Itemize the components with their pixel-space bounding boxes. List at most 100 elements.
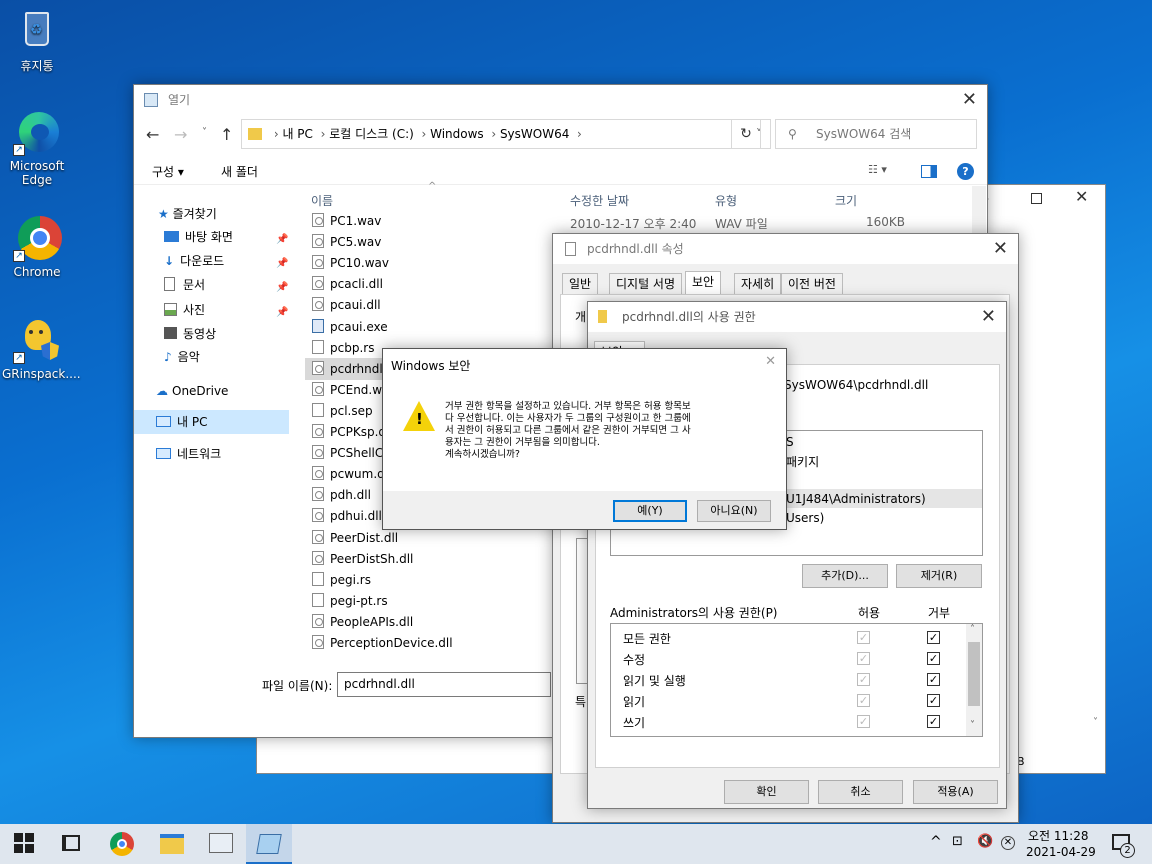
- nav-item-music[interactable]: ♪ 음악: [164, 346, 200, 368]
- breadcrumb-item[interactable]: Windows: [430, 127, 484, 141]
- back-arrow-icon[interactable]: ←: [146, 125, 159, 144]
- nav-item-pictures[interactable]: 사진: [164, 299, 205, 321]
- file-row[interactable]: PeerDist.dll: [312, 528, 398, 549]
- file-row[interactable]: pdhui.dll: [312, 506, 382, 527]
- file-row[interactable]: PeopleAPIs.dll: [312, 612, 413, 633]
- notepad-taskbar-icon[interactable]: [256, 834, 282, 854]
- breadcrumb-item[interactable]: 내 PC: [282, 127, 312, 141]
- file-row[interactable]: PeerDistSh.dll: [312, 549, 413, 570]
- file-row[interactable]: pcaui.dll: [312, 295, 381, 316]
- deny-checkbox[interactable]: ✓: [927, 652, 940, 665]
- search-input[interactable]: ⚲ SysWOW64 검색: [775, 119, 977, 149]
- task-view-icon[interactable]: [62, 835, 80, 851]
- breadcrumb-item[interactable]: SysWOW64: [500, 127, 569, 141]
- close-icon[interactable]: ✕: [993, 234, 1008, 264]
- file-explorer-icon[interactable]: [160, 834, 184, 854]
- nav-item-onedrive[interactable]: ☁ OneDrive: [156, 380, 228, 402]
- no-button[interactable]: 아니요(N): [697, 500, 771, 522]
- breadcrumb-item[interactable]: 로컬 디스크 (C:): [329, 127, 414, 141]
- nav-item-this-pc[interactable]: 내 PC: [156, 411, 207, 433]
- network-tray-icon[interactable]: ⊡: [952, 834, 963, 849]
- nav-item-network[interactable]: 네트워크: [156, 443, 221, 465]
- ime-status-icon[interactable]: ✕: [1001, 836, 1015, 850]
- view-options-icon[interactable]: ☷ ▾: [868, 163, 887, 176]
- filename-input[interactable]: pcdrhndl.dll: [337, 672, 551, 697]
- file-row[interactable]: pcl.sep: [312, 401, 373, 422]
- cancel-button[interactable]: 취소: [818, 780, 903, 804]
- permission-scrollbar[interactable]: ˄ ˅: [966, 624, 982, 736]
- refresh-button[interactable]: ↻: [731, 119, 761, 149]
- allow-checkbox[interactable]: ✓: [857, 652, 870, 665]
- apply-button[interactable]: 적용(A): [913, 780, 998, 804]
- group-item[interactable]: S: [786, 435, 794, 449]
- tab-security[interactable]: 보안: [685, 271, 722, 295]
- allow-checkbox[interactable]: ✓: [857, 673, 870, 686]
- nav-item-quick-access[interactable]: ★ 즐겨찾기: [158, 203, 217, 225]
- volume-muted-icon[interactable]: 🔇: [977, 834, 993, 849]
- new-folder-button[interactable]: 새 폴더: [221, 163, 258, 180]
- task-manager-icon[interactable]: [209, 833, 233, 853]
- clock-time[interactable]: 오전 11:28: [1028, 827, 1088, 844]
- file-row[interactable]: pcdrhndl.: [312, 359, 387, 380]
- close-icon[interactable]: ✕: [765, 354, 776, 369]
- nav-item-desktop[interactable]: 바탕 화면: [164, 226, 233, 248]
- remove-button[interactable]: 제거(R): [896, 564, 982, 588]
- allow-checkbox[interactable]: ✓: [857, 715, 870, 728]
- tab-general[interactable]: 일반: [562, 273, 599, 295]
- scroll-thumb[interactable]: [968, 642, 980, 706]
- clock-date[interactable]: 2021-04-29: [1026, 845, 1096, 859]
- allow-checkbox[interactable]: ✓: [857, 631, 870, 644]
- allow-checkbox[interactable]: ✓: [857, 694, 870, 707]
- maximize-icon[interactable]: [1031, 193, 1042, 204]
- file-row[interactable]: pegi-pt.rs: [312, 591, 388, 612]
- up-arrow-icon[interactable]: ↑: [220, 125, 233, 144]
- help-icon[interactable]: ?: [957, 163, 974, 180]
- chrome-taskbar-icon[interactable]: [110, 832, 134, 856]
- desktop-icon-recycle-bin[interactable]: ♻ 휴지통: [2, 8, 72, 73]
- close-icon[interactable]: ✕: [1075, 187, 1088, 206]
- scroll-down-icon[interactable]: ˅: [1093, 717, 1098, 728]
- nav-item-documents[interactable]: 문서: [164, 274, 205, 296]
- recent-chevron-icon[interactable]: ˅: [202, 127, 207, 138]
- file-row[interactable]: pdh.dll: [312, 485, 371, 506]
- file-row[interactable]: PCShellC: [312, 443, 383, 464]
- deny-checkbox[interactable]: ✓: [927, 673, 940, 686]
- group-item[interactable]: U1J484\Administrators): [786, 492, 926, 506]
- file-row[interactable]: PC5.wav: [312, 232, 381, 253]
- close-icon[interactable]: ✕: [962, 85, 977, 115]
- column-header-date[interactable]: 수정한 날짜: [570, 192, 629, 209]
- file-row[interactable]: PCEnd.wa: [312, 380, 389, 401]
- tab-details[interactable]: 자세히: [734, 273, 782, 295]
- file-row[interactable]: pcacli.dll: [312, 274, 383, 295]
- desktop-icon-chrome[interactable]: ↗ Chrome: [2, 214, 72, 279]
- column-header-name[interactable]: 이름: [311, 192, 333, 209]
- forward-arrow-icon[interactable]: →: [174, 125, 187, 144]
- file-row[interactable]: pcwum.d: [312, 464, 385, 485]
- close-icon[interactable]: ✕: [981, 302, 996, 332]
- windows-start-icon[interactable]: [14, 833, 34, 853]
- file-row[interactable]: PerceptionDevice.dll: [312, 633, 453, 654]
- column-header-size[interactable]: 크기: [835, 192, 857, 209]
- yes-button[interactable]: 예(Y): [613, 500, 687, 522]
- file-row[interactable]: pegi.rs: [312, 570, 371, 591]
- desktop-icon-edge[interactable]: ↗ Microsoft Edge: [2, 108, 72, 187]
- file-row[interactable]: PC1.wav: [312, 211, 381, 232]
- group-item[interactable]: 패키지: [786, 453, 819, 470]
- deny-checkbox[interactable]: ✓: [927, 694, 940, 707]
- file-row[interactable]: PCPKsp.d: [312, 422, 386, 443]
- file-row[interactable]: pcbp.rs: [312, 338, 374, 359]
- nav-item-videos[interactable]: 동영상: [164, 323, 216, 345]
- nav-item-downloads[interactable]: ↓ 다운로드: [164, 250, 224, 272]
- preview-pane-icon[interactable]: [921, 165, 937, 178]
- tray-chevron-icon[interactable]: ^: [930, 834, 942, 850]
- group-item[interactable]: Users): [786, 511, 824, 525]
- tab-digital-signature[interactable]: 디지털 서명: [609, 273, 683, 295]
- column-header-type[interactable]: 유형: [715, 192, 737, 209]
- file-row[interactable]: PC10.wav: [312, 253, 389, 274]
- scroll-up-icon[interactable]: ˄: [970, 624, 975, 635]
- ok-button[interactable]: 확인: [724, 780, 809, 804]
- organize-button[interactable]: 구성 ▾: [152, 163, 184, 180]
- tab-previous-versions[interactable]: 이전 버전: [781, 273, 843, 295]
- desktop-icon-grinspack[interactable]: ↗ GRinspack....: [2, 316, 81, 381]
- file-row[interactable]: pcaui.exe: [312, 317, 388, 338]
